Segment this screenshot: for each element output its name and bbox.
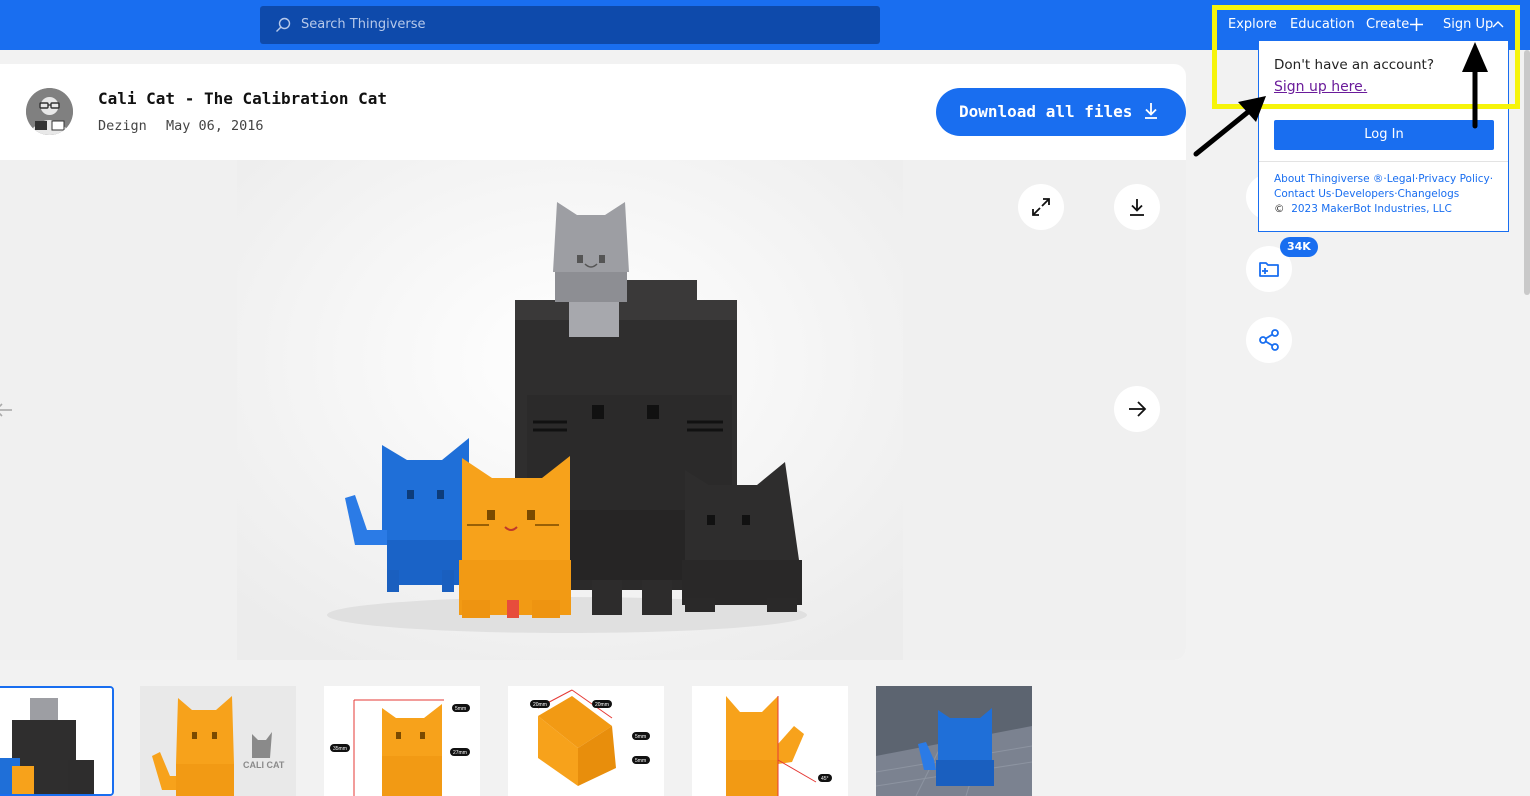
footer-contact-link[interactable]: Contact Us bbox=[1274, 188, 1331, 200]
next-image-button[interactable] bbox=[1114, 386, 1160, 432]
download-image-button[interactable] bbox=[1114, 184, 1160, 230]
search-icon bbox=[276, 17, 291, 32]
thumbnail-2[interactable]: CALI CAT bbox=[140, 686, 296, 796]
dropdown-divider bbox=[1259, 161, 1508, 162]
author-link[interactable]: Dezign bbox=[98, 118, 147, 134]
fullscreen-button[interactable] bbox=[1018, 184, 1064, 230]
avatar[interactable] bbox=[26, 88, 73, 135]
collections-count-badge: 34K bbox=[1280, 237, 1318, 257]
download-icon bbox=[1145, 103, 1157, 119]
folder-add-icon bbox=[1259, 262, 1279, 277]
highlight-box bbox=[1212, 5, 1520, 109]
arrow-left-icon[interactable] bbox=[0, 402, 14, 418]
download-all-label: Download all files bbox=[959, 102, 1133, 121]
svg-text:20mm: 20mm bbox=[533, 702, 547, 708]
image-gallery bbox=[0, 160, 1186, 660]
thumbnail-1[interactable] bbox=[0, 686, 114, 796]
svg-text:27mm: 27mm bbox=[453, 750, 467, 756]
login-button[interactable]: Log In bbox=[1274, 120, 1494, 150]
footer-privacy-link[interactable]: Privacy Policy bbox=[1418, 173, 1490, 185]
share-button[interactable] bbox=[1246, 317, 1292, 363]
footer-links-2: Contact Us·Developers·Changelogs bbox=[1274, 188, 1460, 200]
thumbnail-4[interactable]: 20mm 20mm 5mm 5mm bbox=[508, 686, 664, 796]
footer-changelogs-link[interactable]: Changelogs bbox=[1398, 188, 1460, 200]
thumbnail-6[interactable] bbox=[876, 686, 1032, 796]
page-title: Cali Cat - The Calibration Cat bbox=[98, 89, 387, 108]
copyright: © 2023 MakerBot Industries, LLC bbox=[1274, 203, 1452, 215]
thumbnail-5[interactable]: 45° bbox=[692, 686, 848, 796]
footer-about-link[interactable]: About Thingiverse ® bbox=[1274, 173, 1383, 185]
search-placeholder[interactable]: Search Thingiverse bbox=[301, 17, 426, 32]
search-bar[interactable]: Search Thingiverse bbox=[260, 6, 880, 44]
expand-icon bbox=[1032, 198, 1050, 216]
download-icon bbox=[1130, 199, 1144, 216]
copyright-symbol: © bbox=[1274, 203, 1285, 215]
thumb-2-label: CALI CAT bbox=[243, 760, 285, 770]
arrow-right-icon bbox=[1129, 401, 1147, 417]
svg-text:5mm: 5mm bbox=[635, 758, 646, 764]
footer-legal-link[interactable]: Legal bbox=[1387, 173, 1415, 185]
svg-text:5mm: 5mm bbox=[635, 734, 646, 740]
footer-links-1: About Thingiverse ®·Legal·Privacy Policy… bbox=[1274, 173, 1494, 185]
svg-text:20mm: 20mm bbox=[595, 702, 609, 708]
download-all-button[interactable]: Download all files bbox=[936, 88, 1186, 136]
svg-text:45°: 45° bbox=[821, 776, 829, 782]
share-icon bbox=[1259, 329, 1279, 351]
main-photo[interactable] bbox=[237, 160, 903, 660]
svg-text:35mm: 35mm bbox=[333, 746, 347, 752]
copyright-text[interactable]: 2023 MakerBot Industries, LLC bbox=[1291, 203, 1452, 215]
thumbnail-3[interactable]: 5mm 35mm 27mm bbox=[324, 686, 480, 796]
publish-date: May 06, 2016 bbox=[166, 118, 264, 134]
footer-developers-link[interactable]: Developers bbox=[1335, 188, 1394, 200]
svg-text:5mm: 5mm bbox=[455, 706, 466, 712]
scrollbar[interactable] bbox=[1524, 50, 1530, 295]
